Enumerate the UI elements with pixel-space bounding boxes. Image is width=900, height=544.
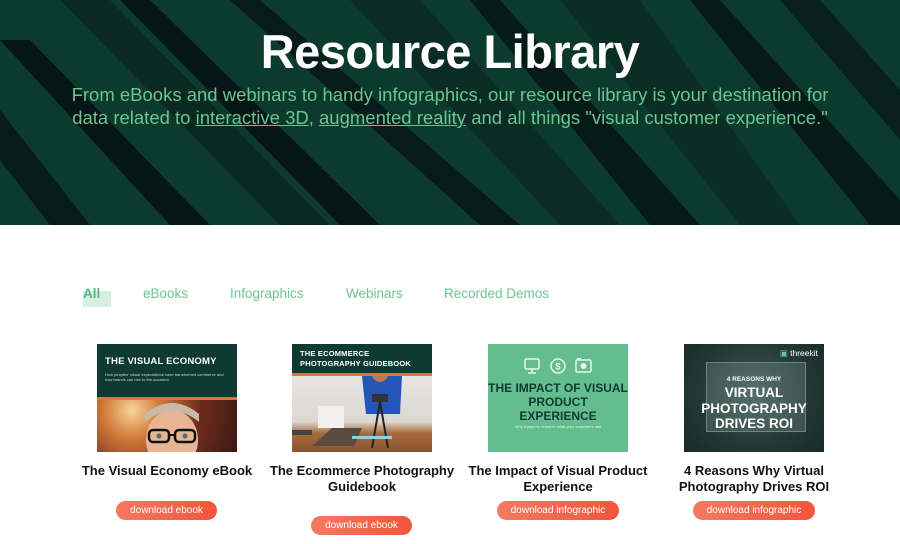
thumbnail-subtitle: Why it pays to invest in what your custo… xyxy=(514,424,602,429)
tab-all[interactable]: All xyxy=(83,286,100,301)
thumbnail-title: THE VISUAL ECONOMY xyxy=(105,356,217,367)
tab-recorded-demos[interactable]: Recorded Demos xyxy=(444,286,549,301)
thumbnail-subtitle: How peoples' visual expectations have tr… xyxy=(105,372,224,382)
subtitle-separator: , xyxy=(308,107,319,128)
thumbnail-header xyxy=(97,344,237,397)
download-ebook-button[interactable]: download ebook xyxy=(116,501,217,520)
hero-subtitle: From eBooks and webinars to handy infogr… xyxy=(60,83,840,129)
subtitle-text-end: and all things "visual customer experien… xyxy=(466,107,828,128)
download-infographic-button[interactable]: download infographic xyxy=(497,501,619,520)
camera-icon xyxy=(575,358,592,373)
tab-ebooks[interactable]: eBooks xyxy=(143,286,188,301)
thumbnail-photo xyxy=(292,366,432,452)
interactive-3d-link[interactable]: interactive 3D xyxy=(196,107,309,128)
resource-thumbnail[interactable]: $ THE IMPACT OF VISUAL PRODUCT EXPERIENC… xyxy=(488,344,628,452)
resource-thumbnail[interactable]: ▣ threekit 4 REASONS WHY VIRTUAL PHOTOGR… xyxy=(684,344,824,452)
monitor-icon xyxy=(524,358,540,374)
tab-webinars[interactable]: Webinars xyxy=(346,286,403,301)
thumbnail-title: THE ECOMMERCE PHOTOGRAPHY GUIDEBOOK xyxy=(300,349,412,368)
augmented-reality-link[interactable]: augmented reality xyxy=(319,107,466,128)
resource-thumbnail[interactable]: THE ECOMMERCE PHOTOGRAPHY GUIDEBOOK xyxy=(292,344,432,452)
threekit-logo-icon: ▣ xyxy=(779,348,788,358)
download-infographic-button[interactable]: download infographic xyxy=(693,501,815,520)
tab-infographics[interactable]: Infographics xyxy=(230,286,304,301)
card-title[interactable]: The Ecommerce Photography Guidebook xyxy=(264,463,460,494)
resource-thumbnail[interactable]: THE VISUAL ECONOMY How peoples' visual e… xyxy=(97,344,237,452)
card-title[interactable]: The Visual Economy eBook xyxy=(69,463,265,479)
card-title[interactable]: The Impact of Visual Product Experience xyxy=(460,463,656,494)
page-title: Resource Library xyxy=(260,25,640,78)
download-ebook-button[interactable]: download ebook xyxy=(311,516,412,535)
svg-text:$: $ xyxy=(555,362,560,372)
card-title[interactable]: 4 Reasons Why Virtual Photography Drives… xyxy=(656,463,852,494)
threekit-logo: ▣ threekit xyxy=(780,348,818,359)
dollar-icon: $ xyxy=(550,358,566,374)
hero-banner: Resource Library From eBooks and webinar… xyxy=(0,0,900,225)
thumbnail-title: THE IMPACT OF VISUAL PRODUCT EXPERIENCE xyxy=(488,381,628,423)
thumbnail-photo xyxy=(97,400,237,452)
threekit-logo-text: threekit xyxy=(790,348,818,358)
thumbnail-icons: $ xyxy=(488,357,628,380)
thumbnail-kicker: 4 REASONS WHY xyxy=(726,376,782,383)
thumbnail-title: VIRTUAL PHOTOGRAPHY DRIVES ROI xyxy=(701,385,807,431)
resource-filter-tabs: All eBooks Infographics Webinars Recorde… xyxy=(0,286,900,310)
